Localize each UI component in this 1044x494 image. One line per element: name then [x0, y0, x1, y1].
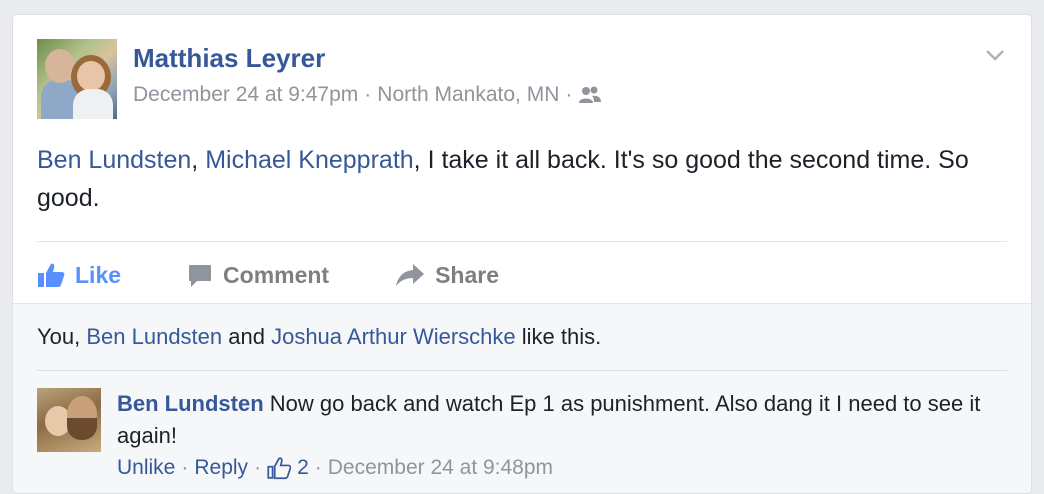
post-actions: Like Comment Share: [37, 251, 565, 299]
chevron-down-icon[interactable]: [983, 43, 1007, 67]
unlike-link[interactable]: Unlike: [117, 456, 175, 480]
tagged-user-link[interactable]: Ben Lundsten: [37, 146, 191, 174]
post-card: Matthias Leyrer December 24 at 9:47pm · …: [12, 14, 1032, 494]
thumbs-up-outline-icon[interactable]: [267, 456, 292, 480]
author-name[interactable]: Matthias Leyrer: [133, 43, 325, 74]
author-avatar[interactable]: [37, 39, 117, 119]
comment-like-count[interactable]: 2: [297, 456, 309, 480]
post-date[interactable]: December 24 at 9:47pm: [133, 83, 358, 107]
comment-button[interactable]: Comment: [187, 262, 329, 289]
post-text: Ben Lundsten, Michael Knepprath, I take …: [37, 146, 969, 212]
share-button[interactable]: Share: [395, 262, 499, 289]
like-button[interactable]: Like: [37, 262, 121, 289]
reply-link[interactable]: Reply: [194, 456, 248, 480]
comment-body: Ben Lundsten Now go back and watch Ep 1 …: [117, 388, 997, 452]
tagged-user-link[interactable]: Michael Knepprath: [205, 146, 413, 174]
commenter-avatar[interactable]: [37, 388, 101, 452]
post-meta: December 24 at 9:47pm · North Mankato, M…: [133, 83, 602, 107]
share-arrow-icon: [396, 264, 425, 286]
likes-summary: You, Ben Lundsten and Joshua Arthur Wier…: [37, 324, 602, 349]
divider: [37, 241, 1007, 242]
post-header: Matthias Leyrer December 24 at 9:47pm · …: [37, 39, 1007, 123]
divider: [37, 370, 1007, 371]
meta-separator: ·: [565, 83, 573, 106]
post-location[interactable]: North Mankato, MN: [377, 83, 559, 107]
liker-link[interactable]: Ben Lundsten: [86, 324, 222, 349]
liker-link[interactable]: Joshua Arthur Wierschke: [271, 324, 516, 349]
friends-icon[interactable]: [578, 85, 602, 105]
comment-actions: Unlike · Reply · 2 · December 24 at 9:48…: [117, 456, 554, 480]
comments-section: You, Ben Lundsten and Joshua Arthur Wier…: [13, 303, 1031, 493]
comment-date[interactable]: December 24 at 9:48pm: [328, 456, 553, 480]
meta-separator: ·: [364, 83, 372, 106]
comment-icon: [189, 265, 212, 287]
commenter-name[interactable]: Ben Lundsten: [117, 391, 264, 416]
thumbs-up-icon: [38, 263, 65, 287]
